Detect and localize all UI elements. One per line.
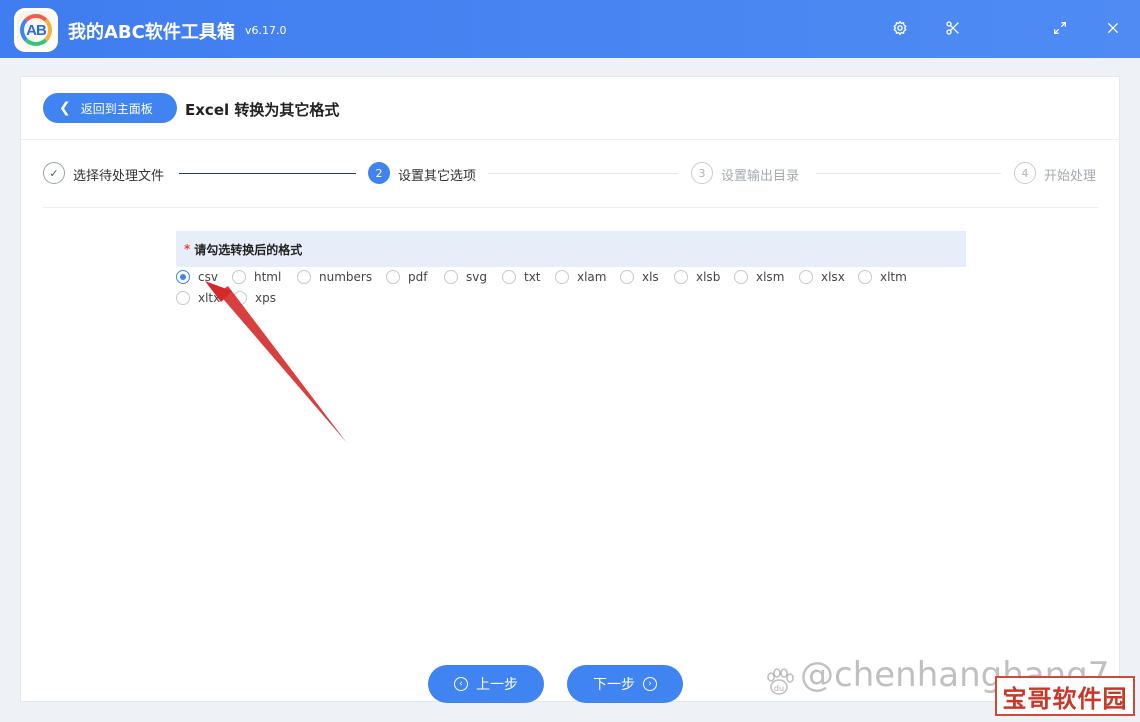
next-step-label: 下一步 (593, 677, 635, 693)
chevron-right-circle-icon: › (643, 677, 657, 691)
page-title: Excel 转换为其它格式 (185, 101, 340, 119)
step-connector-3 (816, 173, 1001, 174)
paw-watermark-label: du (774, 684, 784, 693)
watermark-badge: 宝哥软件园 (995, 676, 1135, 716)
main-panel: ❮ 返回到主面板 Excel 转换为其它格式 ✓ 选择待处理文件 2 设置其它选… (20, 76, 1121, 702)
step-2-circle: 2 (368, 162, 390, 184)
paw-watermark-icon: du (767, 668, 794, 695)
maximize-icon (1054, 22, 1066, 34)
radio-csv[interactable]: csv (176, 270, 218, 284)
radio-dot[interactable] (176, 291, 190, 305)
radio-dot[interactable] (555, 270, 569, 284)
settings-button[interactable] (889, 17, 911, 39)
step-1-circle: ✓ (43, 162, 65, 184)
radio-xlsx[interactable]: xlsx (799, 270, 845, 284)
back-to-home-button[interactable]: ❮ 返回到主面板 (43, 93, 177, 123)
radio-dot[interactable] (232, 270, 246, 284)
step-3-circle: 3 (691, 162, 713, 184)
step-3-label: 设置输出目录 (721, 169, 800, 184)
title-bar: AB 我的ABC软件工具箱 v6.17.0 (0, 0, 1140, 58)
radio-txt[interactable]: txt (502, 270, 541, 284)
radio-html[interactable]: html (232, 270, 281, 284)
radio-svg[interactable]: svg (444, 270, 487, 284)
app-logo: AB (14, 8, 58, 52)
radio-dot[interactable] (858, 270, 872, 284)
format-heading-text: 请勾选转换后的格式 (194, 242, 303, 257)
step-4-label: 开始处理 (1044, 169, 1097, 184)
prev-step-button[interactable]: ‹ 上一步 (428, 665, 544, 703)
step-4-circle: 4 (1014, 162, 1036, 184)
radio-dot[interactable] (620, 270, 634, 284)
radio-dot[interactable] (502, 270, 516, 284)
maximize-button[interactable] (1049, 17, 1071, 39)
next-step-button[interactable]: 下一步 › (567, 665, 683, 703)
close-button[interactable] (1102, 17, 1124, 39)
step-connector-1 (179, 173, 356, 174)
step-1-label: 选择待处理文件 (73, 169, 165, 184)
gear-icon (893, 20, 907, 36)
radio-xls[interactable]: xls (620, 270, 659, 284)
scissors-button[interactable] (942, 17, 964, 39)
format-heading: * 请勾选转换后的格式 (176, 231, 966, 267)
required-mark: * (184, 242, 191, 256)
header-divider (21, 139, 1121, 140)
check-icon: ✓ (49, 166, 59, 180)
app-version: v6.17.0 (245, 24, 287, 37)
radio-pdf[interactable]: pdf (386, 270, 427, 284)
radio-dot[interactable] (297, 270, 311, 284)
back-button-label: 返回到主面板 (80, 101, 153, 116)
step-2-label: 设置其它选项 (398, 169, 477, 184)
radio-dot[interactable] (176, 270, 190, 284)
radio-dot[interactable] (799, 270, 813, 284)
radio-dot[interactable] (233, 291, 247, 305)
radio-dot[interactable] (444, 270, 458, 284)
radio-xltm[interactable]: xltm (858, 270, 907, 284)
app-title: 我的ABC软件工具箱 (68, 22, 235, 43)
radio-dot[interactable] (734, 270, 748, 284)
radio-numbers[interactable]: numbers (297, 270, 372, 284)
radio-xps[interactable]: xps (233, 291, 276, 305)
chevron-left-circle-icon: ‹ (454, 677, 468, 691)
stepper-divider (43, 207, 1099, 208)
chevron-left-icon: ❮ (59, 100, 71, 116)
radio-xlam[interactable]: xlam (555, 270, 606, 284)
step-connector-2 (488, 173, 678, 174)
radio-dot[interactable] (674, 270, 688, 284)
radio-dot[interactable] (386, 270, 400, 284)
radio-xlsm[interactable]: xlsm (734, 270, 784, 284)
radio-xltx[interactable]: xltx (176, 291, 220, 305)
logo-text: AB (26, 21, 47, 39)
scissors-icon (946, 21, 959, 35)
prev-step-label: 上一步 (476, 677, 518, 693)
close-icon (1107, 22, 1119, 34)
radio-xlsb[interactable]: xlsb (674, 270, 720, 284)
